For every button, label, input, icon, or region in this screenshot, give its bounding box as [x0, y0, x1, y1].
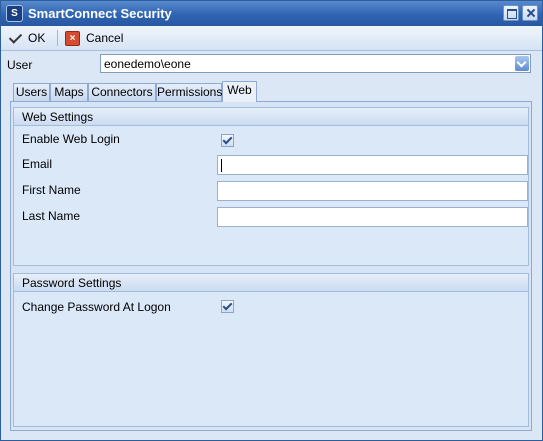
- web-settings-title: Web Settings: [22, 110, 94, 124]
- tab-permissions[interactable]: Permissions: [156, 83, 222, 101]
- toolbar: OK × Cancel: [1, 26, 542, 51]
- cancel-button[interactable]: × Cancel: [65, 29, 123, 47]
- chevron-down-icon[interactable]: [515, 56, 529, 71]
- tab-web[interactable]: Web: [222, 81, 257, 102]
- security-window: S SmartConnect Security OK × Cancel User…: [0, 0, 543, 441]
- change-password-checkbox[interactable]: [221, 300, 234, 313]
- smartconnect-app-icon: S: [6, 5, 23, 22]
- enable-web-login-label: Enable Web Login: [22, 132, 120, 146]
- text-cursor: [221, 159, 222, 172]
- ok-label: OK: [28, 31, 46, 45]
- toolbar-separator: [57, 30, 58, 46]
- last-name-label: Last Name: [22, 209, 81, 223]
- maximize-button[interactable]: [503, 5, 519, 21]
- first-name-field[interactable]: [217, 181, 528, 201]
- password-settings-title: Password Settings: [22, 276, 122, 290]
- email-field[interactable]: [217, 155, 528, 175]
- first-name-label: First Name: [22, 183, 81, 197]
- cancel-label: Cancel: [86, 31, 124, 45]
- change-password-label: Change Password At Logon: [22, 300, 171, 314]
- enable-web-login-checkbox[interactable]: [221, 134, 234, 147]
- user-label: User: [7, 58, 33, 72]
- user-dropdown-value: eonedemo\eone: [104, 57, 191, 71]
- ok-button[interactable]: OK: [8, 29, 45, 47]
- cancel-x-icon: ×: [65, 30, 80, 46]
- web-settings-header: Web Settings: [14, 108, 528, 126]
- tab-maps[interactable]: Maps: [50, 83, 88, 101]
- close-button[interactable]: [522, 5, 538, 21]
- password-settings-header: Password Settings: [14, 274, 528, 292]
- window-title: SmartConnect Security: [28, 6, 172, 21]
- web-tab-panel: Web Settings Enable Web Login Email Firs…: [10, 101, 532, 431]
- web-settings-group: Web Settings Enable Web Login Email Firs…: [13, 107, 529, 266]
- checkmark-icon: [8, 31, 22, 45]
- user-dropdown[interactable]: eonedemo\eone: [100, 54, 531, 73]
- tab-users[interactable]: Users: [13, 83, 50, 101]
- title-bar[interactable]: S SmartConnect Security: [1, 1, 542, 26]
- last-name-field[interactable]: [217, 207, 528, 227]
- tab-connectors[interactable]: Connectors: [88, 83, 156, 101]
- email-label: Email: [22, 157, 53, 171]
- password-settings-group: Password Settings Change Password At Log…: [13, 273, 529, 427]
